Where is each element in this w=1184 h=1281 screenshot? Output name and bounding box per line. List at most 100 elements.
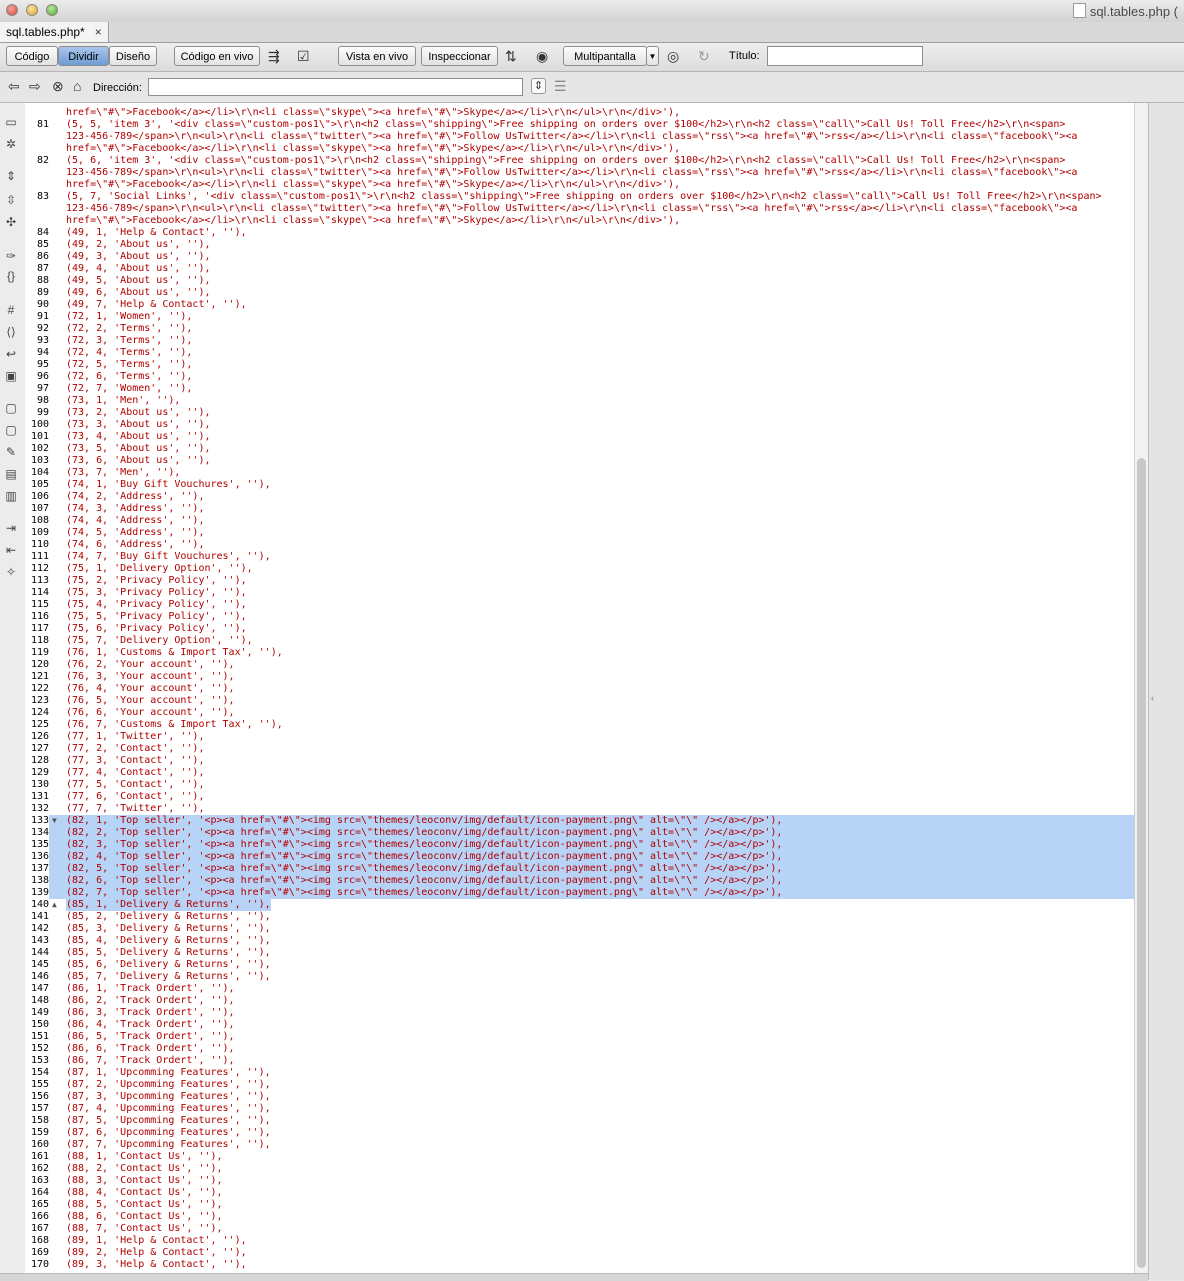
code-line[interactable]: 150 (86, 4, 'Track Ordert', ''), bbox=[25, 1019, 1134, 1031]
code-line[interactable]: 132 (77, 7, 'Twitter', ''), bbox=[25, 803, 1134, 815]
code-line[interactable]: 121 (76, 3, 'Your account', ''), bbox=[25, 671, 1134, 683]
code-line[interactable]: href=\"#\">Facebook</a></li>\r\n<li clas… bbox=[25, 107, 1134, 119]
title-input[interactable] bbox=[767, 46, 923, 66]
code-line[interactable]: 170 (89, 3, 'Help & Contact', ''), bbox=[25, 1259, 1134, 1271]
code-line[interactable]: 101 (73, 4, 'About us', ''), bbox=[25, 431, 1134, 443]
code-line[interactable]: 167 (88, 7, 'Contact Us', ''), bbox=[25, 1223, 1134, 1235]
code-line[interactable]: 113 (75, 2, 'Privacy Policy', ''), bbox=[25, 575, 1134, 587]
code-line[interactable]: 102 (73, 5, 'About us', ''), bbox=[25, 443, 1134, 455]
highlight-invalid-code-icon[interactable]: ⟨⟩ bbox=[3, 325, 19, 339]
code-line[interactable]: 155 (87, 2, 'Upcomming Features', ''), bbox=[25, 1079, 1134, 1091]
refresh-icon[interactable]: ↻ bbox=[698, 48, 710, 65]
code-line[interactable]: 141 (85, 2, 'Delivery & Returns', ''), bbox=[25, 911, 1134, 923]
code-line[interactable]: 131 (77, 6, 'Contact', ''), bbox=[25, 791, 1134, 803]
code-line[interactable]: 156 (87, 3, 'Upcomming Features', ''), bbox=[25, 1091, 1134, 1103]
code-line[interactable]: 158 (87, 5, 'Upcomming Features', ''), bbox=[25, 1115, 1134, 1127]
code-line[interactable]: 137 (82, 5, 'Top seller', '<p><a href=\"#… bbox=[25, 863, 1134, 875]
minimize-window-button[interactable] bbox=[26, 4, 38, 16]
code-editor[interactable]: href=\"#\">Facebook</a></li>\r\n<li clas… bbox=[25, 103, 1134, 1273]
code-line[interactable]: 136 (82, 4, 'Top seller', '<p><a href=\"#… bbox=[25, 851, 1134, 863]
code-line[interactable]: 104 (73, 7, 'Men', ''), bbox=[25, 467, 1134, 479]
split-view-button[interactable]: Dividir bbox=[58, 46, 109, 66]
code-view-button[interactable]: Código bbox=[6, 46, 58, 66]
code-line[interactable]: 91 (72, 1, 'Women', ''), bbox=[25, 311, 1134, 323]
code-line[interactable]: 92 (72, 2, 'Terms', ''), bbox=[25, 323, 1134, 335]
code-line[interactable]: 164 (88, 4, 'Contact Us', ''), bbox=[25, 1187, 1134, 1199]
balance-braces-icon[interactable]: {} bbox=[3, 269, 19, 283]
show-code-navigator-icon[interactable]: ✲ bbox=[3, 137, 19, 151]
editor-vertical-scrollbar[interactable] bbox=[1134, 103, 1149, 1273]
code-line[interactable]: 147 (86, 1, 'Track Ordert', ''), bbox=[25, 983, 1134, 995]
code-line[interactable]: 115 (75, 4, 'Privacy Policy', ''), bbox=[25, 599, 1134, 611]
code-line[interactable]: 159 (87, 6, 'Upcomming Features', ''), bbox=[25, 1127, 1134, 1139]
indent-code-icon[interactable]: ⇥ bbox=[3, 521, 19, 535]
file-management-icon[interactable]: ⇶ bbox=[268, 48, 280, 65]
move-css-icon[interactable]: ▥ bbox=[3, 489, 19, 503]
code-line[interactable]: 107 (74, 3, 'Address', ''), bbox=[25, 503, 1134, 515]
code-line[interactable]: 98 (73, 1, 'Men', ''), bbox=[25, 395, 1134, 407]
code-line[interactable]: 111 (74, 7, 'Buy Gift Vouchures', ''), bbox=[25, 551, 1134, 563]
code-line[interactable]: 123-456-789</span>\r\n<ul>\r\n<li class=… bbox=[25, 167, 1134, 179]
code-line[interactable]: 86 (49, 3, 'About us', ''), bbox=[25, 251, 1134, 263]
syntax-error-alerts-icon[interactable]: ▣ bbox=[3, 369, 19, 383]
code-line[interactable]: 168 (89, 1, 'Help & Contact', ''), bbox=[25, 1235, 1134, 1247]
multiscreen-button[interactable]: Multipantalla bbox=[563, 46, 647, 66]
word-wrap-icon[interactable]: ↩ bbox=[3, 347, 19, 361]
close-window-button[interactable] bbox=[6, 4, 18, 16]
code-line[interactable]: href=\"#\">Facebook</a></li>\r\n<li clas… bbox=[25, 179, 1134, 191]
code-line[interactable]: 157 (87, 4, 'Upcomming Features', ''), bbox=[25, 1103, 1134, 1115]
wrap-tag-icon[interactable]: ✎ bbox=[3, 445, 19, 459]
code-line[interactable]: 96 (72, 6, 'Terms', ''), bbox=[25, 371, 1134, 383]
code-line[interactable]: 145 (85, 6, 'Delivery & Returns', ''), bbox=[25, 959, 1134, 971]
code-line[interactable]: 165 (88, 5, 'Contact Us', ''), bbox=[25, 1199, 1134, 1211]
code-line[interactable]: 89 (49, 6, 'About us', ''), bbox=[25, 287, 1134, 299]
code-line[interactable]: 130 (77, 5, 'Contact', ''), bbox=[25, 779, 1134, 791]
code-line[interactable]: 138 (82, 6, 'Top seller', '<p><a href=\"#… bbox=[25, 875, 1134, 887]
code-line[interactable]: 105 (74, 1, 'Buy Gift Vouchures', ''), bbox=[25, 479, 1134, 491]
live-code-button[interactable]: Código en vivo bbox=[174, 46, 260, 66]
collapse-selection-icon[interactable]: ⇳ bbox=[3, 193, 19, 207]
code-line[interactable]: 162 (88, 2, 'Contact Us', ''), bbox=[25, 1163, 1134, 1175]
code-line[interactable]: 140 ▲ (85, 1, 'Delivery & Returns', ''), bbox=[25, 899, 1134, 911]
code-line[interactable]: 106 (74, 2, 'Address', ''), bbox=[25, 491, 1134, 503]
apply-comment-icon[interactable]: ▢ bbox=[3, 401, 19, 415]
code-line[interactable]: 166 (88, 6, 'Contact Us', ''), bbox=[25, 1211, 1134, 1223]
forward-arrow-icon[interactable]: ⇨ bbox=[29, 78, 41, 95]
code-line[interactable]: 87 (49, 4, 'About us', ''), bbox=[25, 263, 1134, 275]
code-line[interactable]: 116 (75, 5, 'Privacy Policy', ''), bbox=[25, 611, 1134, 623]
code-line[interactable]: 151 (86, 5, 'Track Ordert', ''), bbox=[25, 1031, 1134, 1043]
code-line[interactable]: href=\"#\">Facebook</a></li>\r\n<li clas… bbox=[25, 143, 1134, 155]
code-fold-toggle-icon[interactable]: ▼ bbox=[52, 815, 57, 827]
validate-markup-icon[interactable]: ☑ bbox=[297, 48, 310, 65]
code-line[interactable]: 94 (72, 4, 'Terms', ''), bbox=[25, 347, 1134, 359]
code-line[interactable]: 161 (88, 1, 'Contact Us', ''), bbox=[25, 1151, 1134, 1163]
code-line[interactable]: 129 (77, 4, 'Contact', ''), bbox=[25, 767, 1134, 779]
options-list-icon[interactable]: ☰ bbox=[554, 78, 567, 95]
inspect-button[interactable]: Inspeccionar bbox=[421, 46, 498, 66]
code-line[interactable]: 169 (89, 2, 'Help & Contact', ''), bbox=[25, 1247, 1134, 1259]
code-line[interactable]: 152 (86, 6, 'Track Ordert', ''), bbox=[25, 1043, 1134, 1055]
code-line[interactable]: 146 (85, 7, 'Delivery & Returns', ''), bbox=[25, 971, 1134, 983]
collapse-full-tag-icon[interactable]: ⇕ bbox=[3, 169, 19, 183]
code-line[interactable]: 118 (75, 7, 'Delivery Option', ''), bbox=[25, 635, 1134, 647]
remove-comment-icon[interactable]: ▢ bbox=[3, 423, 19, 437]
code-line[interactable]: 122 (76, 4, 'Your account', ''), bbox=[25, 683, 1134, 695]
code-line[interactable]: 126 (77, 1, 'Twitter', ''), bbox=[25, 731, 1134, 743]
code-line[interactable]: 139 (82, 7, 'Top seller', '<p><a href=\"#… bbox=[25, 887, 1134, 899]
code-line[interactable]: 114 (75, 3, 'Privacy Policy', ''), bbox=[25, 587, 1134, 599]
document-tab[interactable]: sql.tables.php* × bbox=[0, 22, 109, 42]
code-line[interactable]: 85 (49, 2, 'About us', ''), bbox=[25, 239, 1134, 251]
design-view-button[interactable]: Diseño bbox=[109, 46, 157, 66]
stop-icon[interactable]: ⊗ bbox=[52, 78, 64, 95]
open-documents-icon[interactable]: ▭ bbox=[3, 115, 19, 129]
code-line[interactable]: 90 (49, 7, 'Help & Contact', ''), bbox=[25, 299, 1134, 311]
outdent-code-icon[interactable]: ⇤ bbox=[3, 543, 19, 557]
code-line[interactable]: 100 (73, 3, 'About us', ''), bbox=[25, 419, 1134, 431]
code-line[interactable]: 95 (72, 5, 'Terms', ''), bbox=[25, 359, 1134, 371]
address-input[interactable] bbox=[148, 78, 523, 96]
code-line[interactable]: 123 (76, 5, 'Your account', ''), bbox=[25, 695, 1134, 707]
code-line[interactable]: 128 (77, 3, 'Contact', ''), bbox=[25, 755, 1134, 767]
code-line[interactable]: 149 (86, 3, 'Track Ordert', ''), bbox=[25, 1007, 1134, 1019]
code-line[interactable]: 117 (75, 6, 'Privacy Policy', ''), bbox=[25, 623, 1134, 635]
split-resize-handle-icon[interactable]: ‹ bbox=[1151, 693, 1154, 703]
